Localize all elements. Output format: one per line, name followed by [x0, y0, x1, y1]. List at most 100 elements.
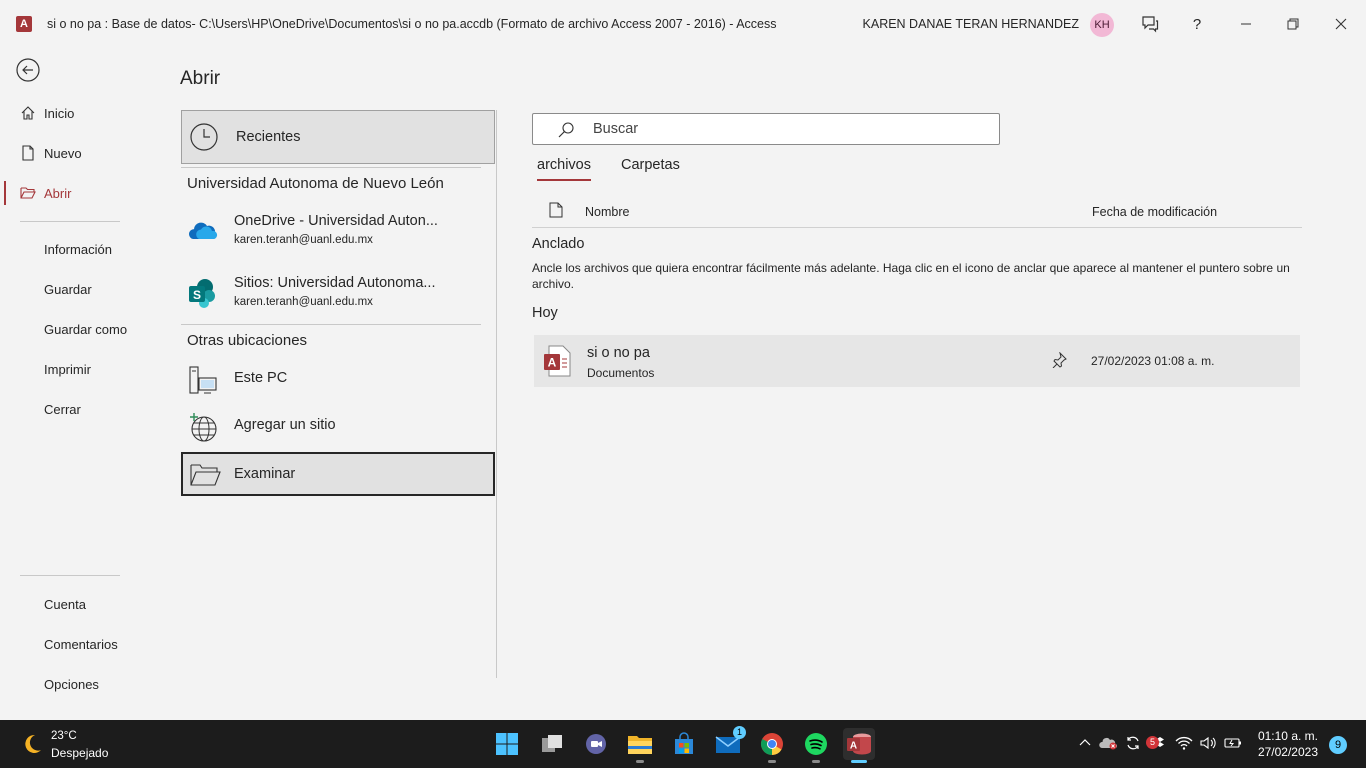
file-location: Documentos — [587, 366, 655, 380]
running-indicator — [768, 760, 776, 763]
user-name[interactable]: KAREN DANAE TERAN HERNANDEZ — [863, 17, 1079, 31]
column-modified-date[interactable]: Fecha de modificación — [1092, 205, 1217, 219]
nav-guardar-como[interactable]: Guardar como — [0, 309, 140, 349]
file-explorer-button[interactable] — [624, 728, 656, 763]
access-letter: A — [548, 356, 557, 370]
clock-icon — [189, 122, 219, 152]
clock-date[interactable]: 27/02/2023 — [1258, 745, 1318, 759]
sync-tray-icon[interactable] — [1124, 734, 1142, 752]
pinned-heading: Anclado — [532, 236, 585, 252]
today-heading: Hoy — [532, 305, 558, 321]
nav-opciones[interactable]: Opciones — [0, 664, 140, 704]
access-app-icon[interactable]: A — [16, 16, 32, 32]
file-type-icon — [549, 202, 563, 218]
running-indicator — [636, 760, 644, 763]
task-view-icon — [542, 735, 562, 752]
wifi-icon[interactable] — [1175, 734, 1193, 752]
nav-imprimir[interactable]: Imprimir — [0, 349, 140, 389]
open-pane: Abrir Recientes Universidad Autonoma de … — [140, 48, 1366, 720]
nav-label: Comentarios — [44, 636, 118, 652]
close-button[interactable] — [1329, 12, 1353, 36]
nav-label: Inicio — [44, 105, 75, 121]
restore-button[interactable] — [1281, 12, 1305, 36]
file-modified-date: 27/02/2023 01:08 a. m. — [1091, 354, 1215, 368]
mail-badge: 1 — [733, 726, 746, 739]
location-title: Este PC — [234, 370, 288, 386]
tab-archivos[interactable]: archivos — [537, 157, 591, 181]
location-label: Recientes — [236, 129, 301, 145]
access-file-icon: A — [543, 345, 571, 377]
spotify-icon — [805, 733, 827, 755]
volume-icon[interactable] — [1199, 734, 1217, 752]
dropbox-tray-icon[interactable]: 5 — [1146, 734, 1165, 752]
store-icon — [675, 732, 693, 754]
location-title: Sitios: Universidad Autonoma... — [234, 275, 436, 291]
chevron-up-icon — [1079, 739, 1091, 746]
location-email: karen.teranh@uanl.edu.mx — [234, 234, 373, 246]
task-view-button[interactable] — [536, 728, 568, 760]
clock-time[interactable]: 01:10 a. m. — [1258, 729, 1318, 743]
nav-divider — [20, 575, 120, 576]
chrome-button[interactable] — [756, 728, 788, 763]
divider — [181, 324, 481, 325]
tab-carpetas[interactable]: Carpetas — [621, 157, 680, 179]
browse-button[interactable]: Examinar — [181, 452, 495, 496]
org-heading: Universidad Autonoma de Nuevo León — [187, 175, 444, 192]
start-button[interactable] — [491, 728, 523, 760]
nav-divider — [20, 221, 120, 222]
other-locations-heading: Otras ubicaciones — [187, 332, 308, 349]
nav-label: Nuevo — [44, 145, 82, 161]
access-icon: A — [847, 733, 871, 755]
location-sharepoint-sites[interactable]: S Sitios: Universidad Autonoma... karen.… — [181, 269, 495, 319]
location-this-pc[interactable]: Este PC — [181, 356, 495, 406]
search-icon — [558, 122, 574, 138]
store-button[interactable] — [668, 728, 700, 760]
back-arrow-icon[interactable] — [16, 58, 40, 82]
globe-add-icon — [187, 411, 219, 443]
running-indicator — [812, 760, 820, 763]
nav-label: Cerrar — [44, 401, 81, 417]
battery-icon[interactable] — [1224, 734, 1242, 752]
pin-icon[interactable] — [1051, 351, 1067, 369]
weather-condition[interactable]: Despejado — [51, 746, 108, 760]
location-onedrive[interactable]: OneDrive - Universidad Auton... karen.te… — [181, 207, 495, 257]
browse-label: Examinar — [234, 466, 296, 482]
column-name[interactable]: Nombre — [585, 205, 629, 219]
onedrive-tray-icon[interactable] — [1099, 734, 1117, 752]
spotify-button[interactable] — [800, 728, 832, 763]
nav-nuevo[interactable]: Nuevo — [0, 133, 140, 173]
folder-icon — [189, 462, 221, 488]
window-title: si o no pa : Base de datos- C:\Users\HP\… — [47, 17, 777, 31]
nav-label: Cuenta — [44, 596, 86, 612]
location-add-site[interactable]: Agregar un sitio — [181, 403, 495, 453]
computer-icon — [187, 364, 219, 396]
mail-button[interactable]: 1 — [712, 726, 746, 760]
location-email: karen.teranh@uanl.edu.mx — [234, 296, 373, 308]
nav-guardar[interactable]: Guardar — [0, 269, 140, 309]
nav-inicio[interactable]: Inicio — [0, 93, 140, 133]
show-hidden-icons-button[interactable] — [1076, 734, 1094, 752]
minimize-button[interactable] — [1234, 12, 1258, 36]
weather-temperature[interactable]: 23°C — [51, 730, 77, 742]
new-document-icon — [20, 145, 36, 161]
nav-cuenta[interactable]: Cuenta — [0, 584, 140, 624]
file-row[interactable]: A si o no pa Documentos 27/02/2023 01:08… — [534, 335, 1300, 387]
nav-label: Guardar como — [44, 321, 128, 337]
nav-abrir[interactable]: Abrir — [0, 173, 140, 213]
notification-count[interactable]: 9 — [1329, 736, 1347, 754]
nav-comentarios[interactable]: Comentarios — [0, 624, 140, 664]
user-avatar[interactable]: KH — [1090, 13, 1114, 37]
location-recent[interactable]: Recientes — [181, 110, 495, 164]
search-input[interactable] — [593, 119, 983, 139]
nav-informacion[interactable]: Información — [0, 229, 140, 269]
moon-icon[interactable] — [20, 732, 44, 756]
nav-cerrar[interactable]: Cerrar — [0, 389, 140, 429]
feedback-icon[interactable] — [1138, 12, 1162, 36]
access-taskbar-button[interactable]: A — [843, 728, 875, 763]
search-box[interactable] — [532, 113, 1000, 145]
help-button[interactable]: ? — [1185, 12, 1209, 36]
tray-badge: 5 — [1146, 736, 1159, 749]
file-name: si o no pa — [587, 345, 650, 361]
teams-chat-button[interactable] — [580, 728, 612, 760]
windows-logo-icon — [496, 733, 518, 755]
